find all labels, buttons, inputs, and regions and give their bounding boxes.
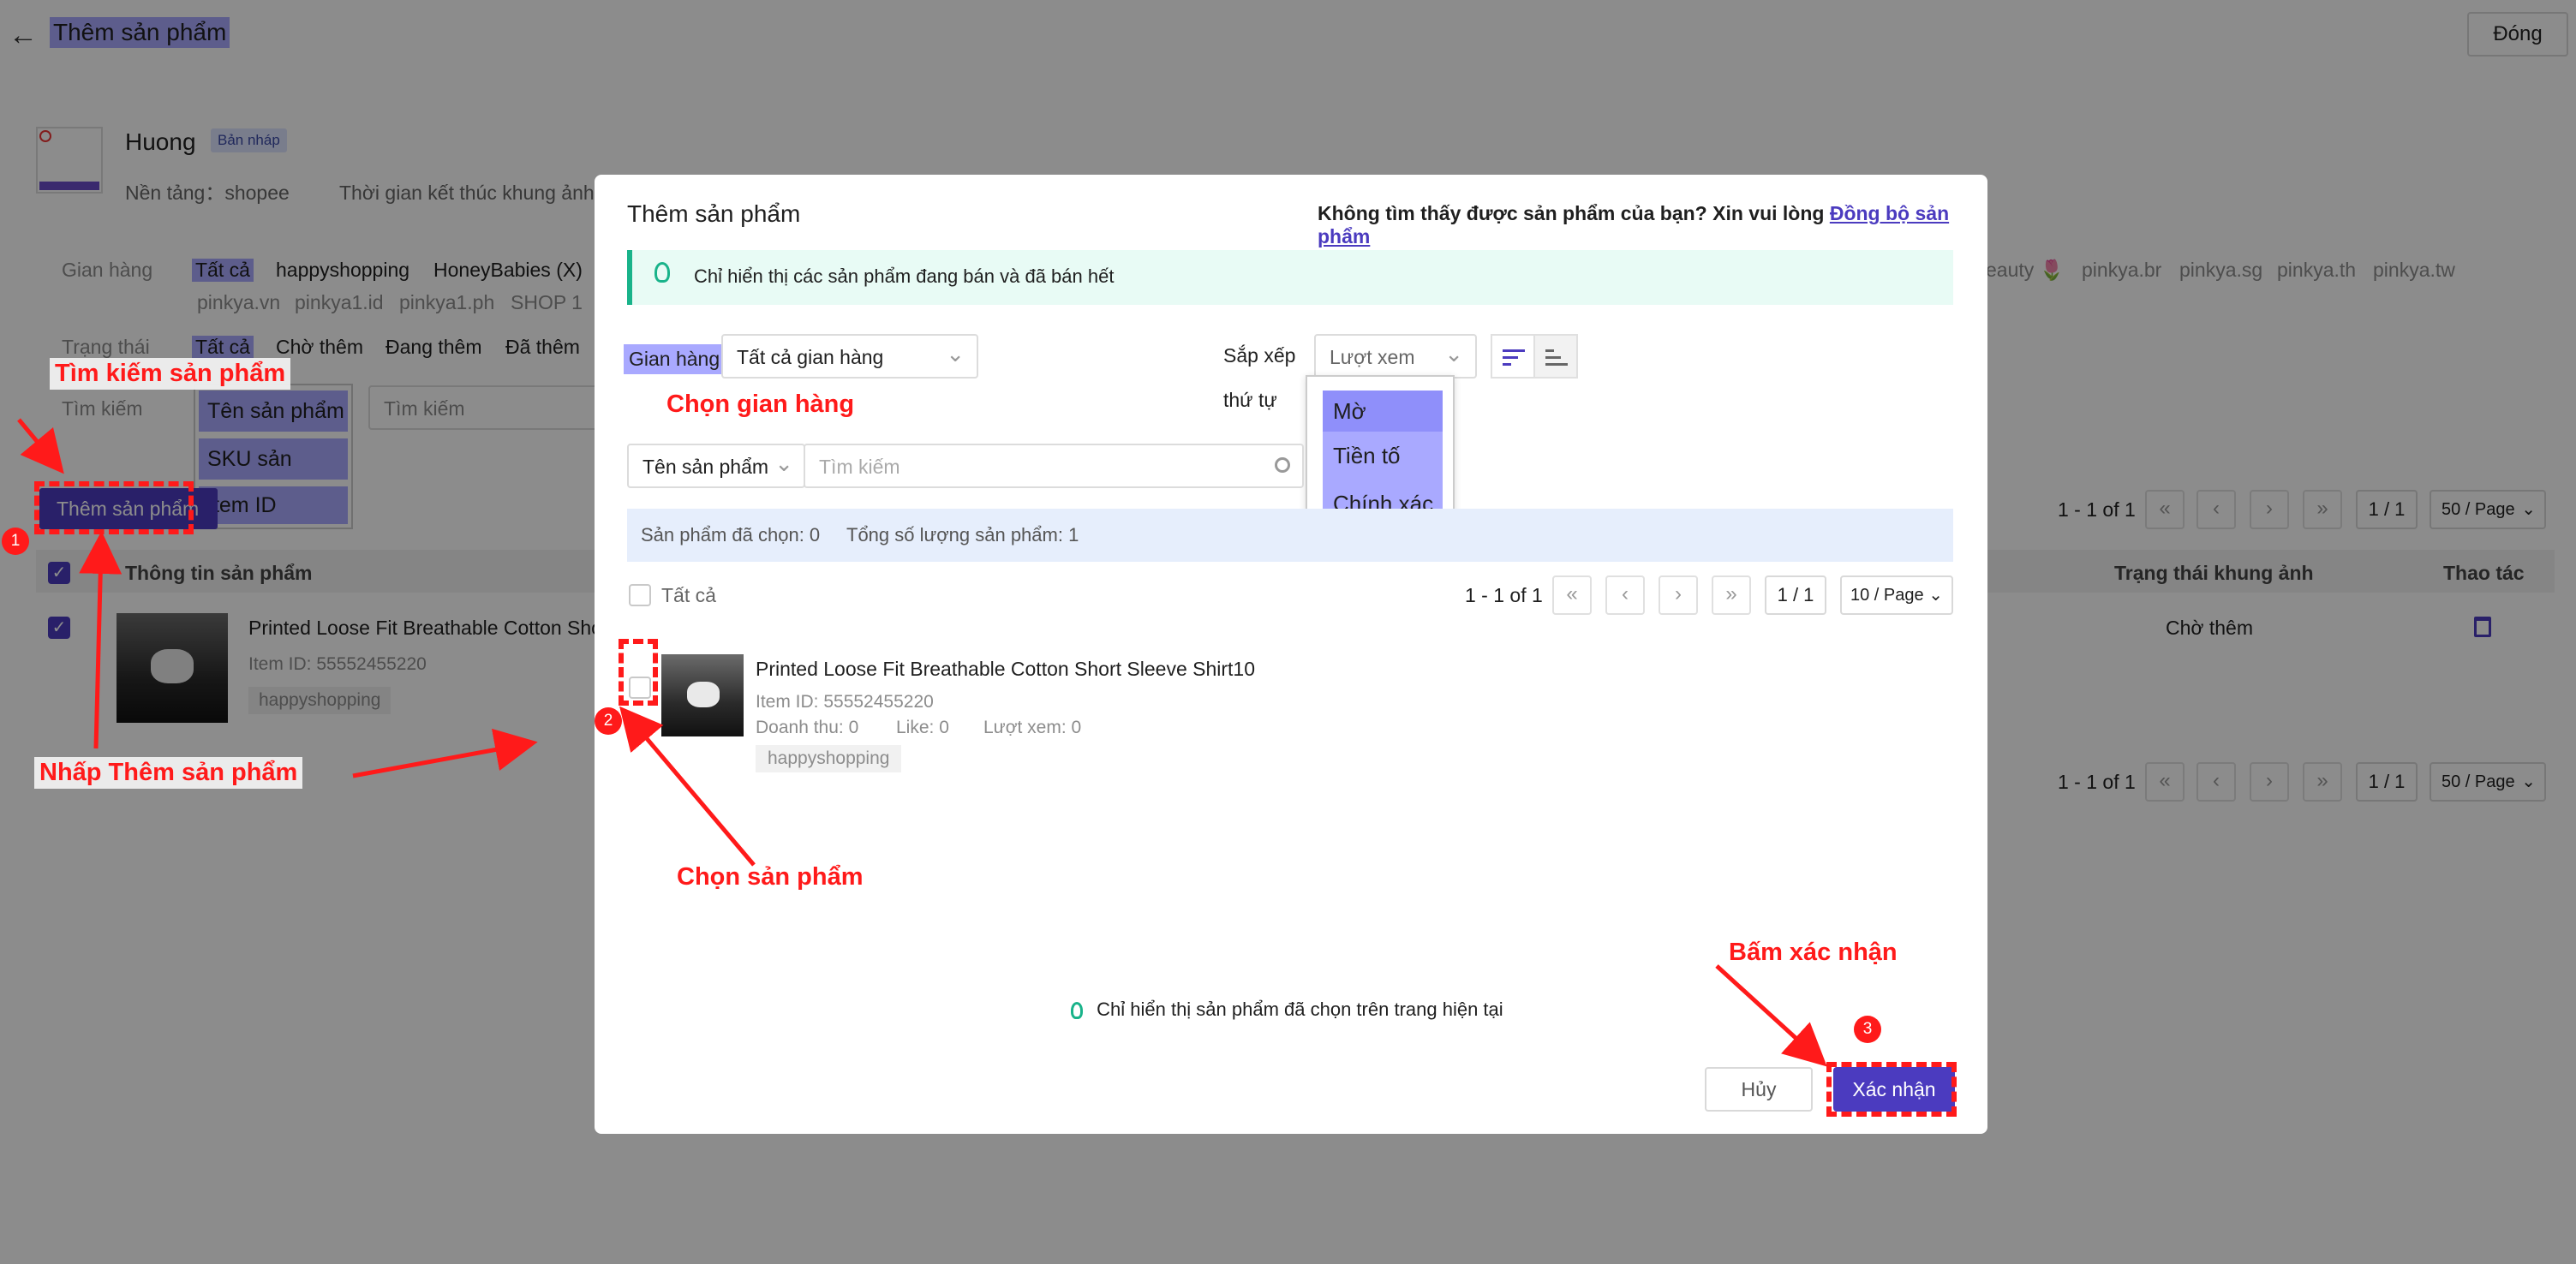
arrow-to-checkbox xyxy=(619,706,756,867)
arrow-to-modal xyxy=(352,728,538,778)
arrow-to-add-button xyxy=(79,531,123,749)
annotation-arrows xyxy=(17,418,1827,1067)
arrow-to-search xyxy=(17,418,64,474)
arrow-to-confirm xyxy=(1715,964,1827,1067)
